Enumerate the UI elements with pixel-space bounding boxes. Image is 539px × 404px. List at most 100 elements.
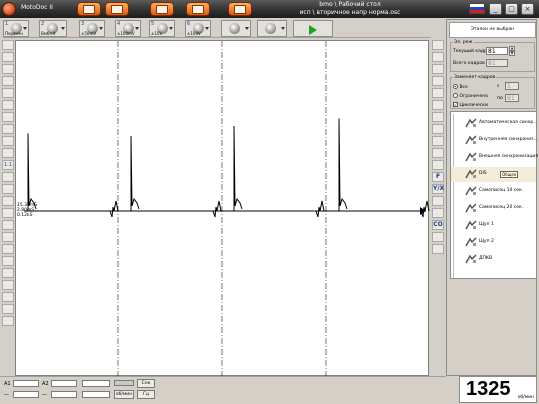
- folder-icon[interactable]: [432, 40, 444, 50]
- video-icon: [83, 4, 95, 14]
- trigger-icon[interactable]: [2, 232, 14, 242]
- clipboard-button[interactable]: [186, 2, 210, 16]
- frame-down-button[interactable]: ▼: [509, 51, 515, 56]
- sync-mode-item[interactable]: Самописец 20 сек.: [451, 201, 536, 216]
- waveform-icon[interactable]: [432, 76, 444, 86]
- sum-icon[interactable]: [2, 172, 14, 182]
- tool-settings[interactable]: [221, 20, 251, 37]
- from-input[interactable]: 1: [505, 82, 519, 90]
- sync-mode-label: Внешняя синхронизация: [479, 154, 539, 159]
- option-all[interactable]: Все: [453, 84, 468, 90]
- waveform-canvas: [24, 41, 430, 377]
- video-button[interactable]: [77, 2, 101, 16]
- swap-icon[interactable]: [432, 52, 444, 62]
- invert-icon[interactable]: [2, 184, 14, 194]
- peak-icon[interactable]: [2, 220, 14, 230]
- tool-label: ±100mV: [117, 31, 135, 36]
- etalon-status[interactable]: Эталон не выбран: [449, 22, 536, 38]
- tool-channel-4[interactable]: 4 ±100mV: [115, 20, 141, 37]
- minimize-button[interactable]: _: [489, 3, 502, 15]
- export-icon[interactable]: [2, 256, 14, 266]
- a1-field[interactable]: [13, 380, 39, 387]
- hz-button[interactable]: Гц: [137, 390, 155, 399]
- sensor-icon[interactable]: [432, 244, 444, 254]
- zoom-out-icon[interactable]: [2, 64, 14, 74]
- spark-icon[interactable]: [432, 160, 444, 170]
- tool-channel-2[interactable]: 2 Вмбл II: [39, 20, 67, 37]
- eraser-icon: [111, 4, 123, 14]
- hold-icon[interactable]: [2, 208, 14, 218]
- zoom-in-icon[interactable]: [2, 52, 14, 62]
- f-icon[interactable]: F: [432, 172, 444, 182]
- tool-channel-6[interactable]: 6 ±100V: [185, 20, 211, 37]
- seconds-button[interactable]: Сек: [137, 379, 155, 388]
- probe-icon[interactable]: [432, 148, 444, 158]
- open-icon[interactable]: [2, 292, 14, 302]
- tool-channel-3[interactable]: 3 ±50mV: [79, 20, 105, 37]
- b2-field[interactable]: [51, 391, 77, 398]
- sync-mode-item[interactable]: Щуп 1: [451, 218, 536, 233]
- tool-channel-5[interactable]: 5 ±10V: [149, 20, 175, 37]
- one-to-one-icon[interactable]: 1:1: [2, 160, 14, 170]
- rpm-button[interactable]: об/мин: [114, 390, 134, 399]
- scale-icon[interactable]: [2, 148, 14, 158]
- filter-icon[interactable]: [2, 196, 14, 206]
- sync-mode-item[interactable]: Внешняя синхронизация: [451, 150, 539, 165]
- auto-sync-icon: [465, 118, 477, 128]
- wrench-button[interactable]: [228, 2, 252, 16]
- marker-icon[interactable]: [2, 100, 14, 110]
- oscilloscope-plot[interactable]: 15.36mS 2.80mS 0.12kS: [15, 40, 430, 377]
- close-button[interactable]: ×: [521, 3, 534, 15]
- sync-mode-item[interactable]: Щуп 2: [451, 235, 536, 250]
- settings-icon[interactable]: [2, 316, 14, 326]
- delta-field[interactable]: [82, 380, 110, 387]
- coil-icon[interactable]: [432, 232, 444, 242]
- gauge-icon[interactable]: [432, 196, 444, 206]
- sync-mode-item[interactable]: Внутренняя синхрониз...: [451, 133, 538, 148]
- tool-number: 1: [5, 21, 9, 27]
- sync-mode-label: DIS: [479, 171, 487, 176]
- app-logo-icon[interactable]: [2, 2, 16, 16]
- eraser-button[interactable]: [105, 2, 129, 16]
- sync-mode-item[interactable]: DIS: [451, 167, 536, 182]
- sync-mode-label: Щуп 1: [479, 222, 494, 227]
- stack-icon[interactable]: [432, 124, 444, 134]
- co-icon[interactable]: CO: [432, 220, 444, 230]
- option-limited[interactable]: Ограничено: [453, 93, 488, 99]
- tool-channel-1[interactable]: 1 Первичн: [3, 20, 29, 37]
- path-line-2: исп \ вторичное напр норма.osc: [299, 9, 401, 16]
- current-frame-input[interactable]: 81: [486, 47, 508, 55]
- b1-field[interactable]: [13, 391, 39, 398]
- fit-icon[interactable]: [2, 76, 14, 86]
- option-cyclic[interactable]: ✓ Циклически: [453, 102, 488, 108]
- sync-mode-item[interactable]: ДПКВ: [451, 252, 536, 267]
- a2-field[interactable]: [51, 380, 77, 387]
- maximize-button[interactable]: □: [505, 3, 518, 15]
- clock-icon[interactable]: [432, 136, 444, 146]
- play-button[interactable]: [293, 20, 333, 37]
- print-icon[interactable]: [2, 268, 14, 278]
- grid-icon[interactable]: [2, 124, 14, 134]
- measure-icon[interactable]: [2, 88, 14, 98]
- russian-flag-icon[interactable]: [469, 3, 485, 14]
- yx-icon[interactable]: Y/X: [432, 184, 444, 194]
- sync-mode-label: Самописец 20 сек.: [479, 205, 524, 210]
- tool-print[interactable]: [257, 20, 287, 37]
- cursor-icon[interactable]: [2, 40, 14, 50]
- freq-field[interactable]: [82, 391, 110, 398]
- link-icon[interactable]: [2, 112, 14, 122]
- sync-mode-item[interactable]: Самописец 10 сек.: [451, 184, 536, 199]
- channel-icon[interactable]: [2, 244, 14, 254]
- ruler-icon[interactable]: [2, 136, 14, 146]
- scale-readout: 15.36mS 2.80mS 0.12kS: [17, 203, 37, 218]
- camera-icon[interactable]: [2, 304, 14, 314]
- sine-icon[interactable]: [432, 100, 444, 110]
- circle-icon[interactable]: [432, 208, 444, 218]
- sync-mode-item[interactable]: Автоматическая синхр...: [451, 116, 537, 131]
- pulse-icon[interactable]: [432, 112, 444, 122]
- person-button[interactable]: [150, 2, 174, 16]
- save-icon[interactable]: [2, 280, 14, 290]
- cursor-icon[interactable]: [432, 64, 444, 74]
- to-input[interactable]: 81: [505, 94, 519, 102]
- trend-icon[interactable]: [432, 88, 444, 98]
